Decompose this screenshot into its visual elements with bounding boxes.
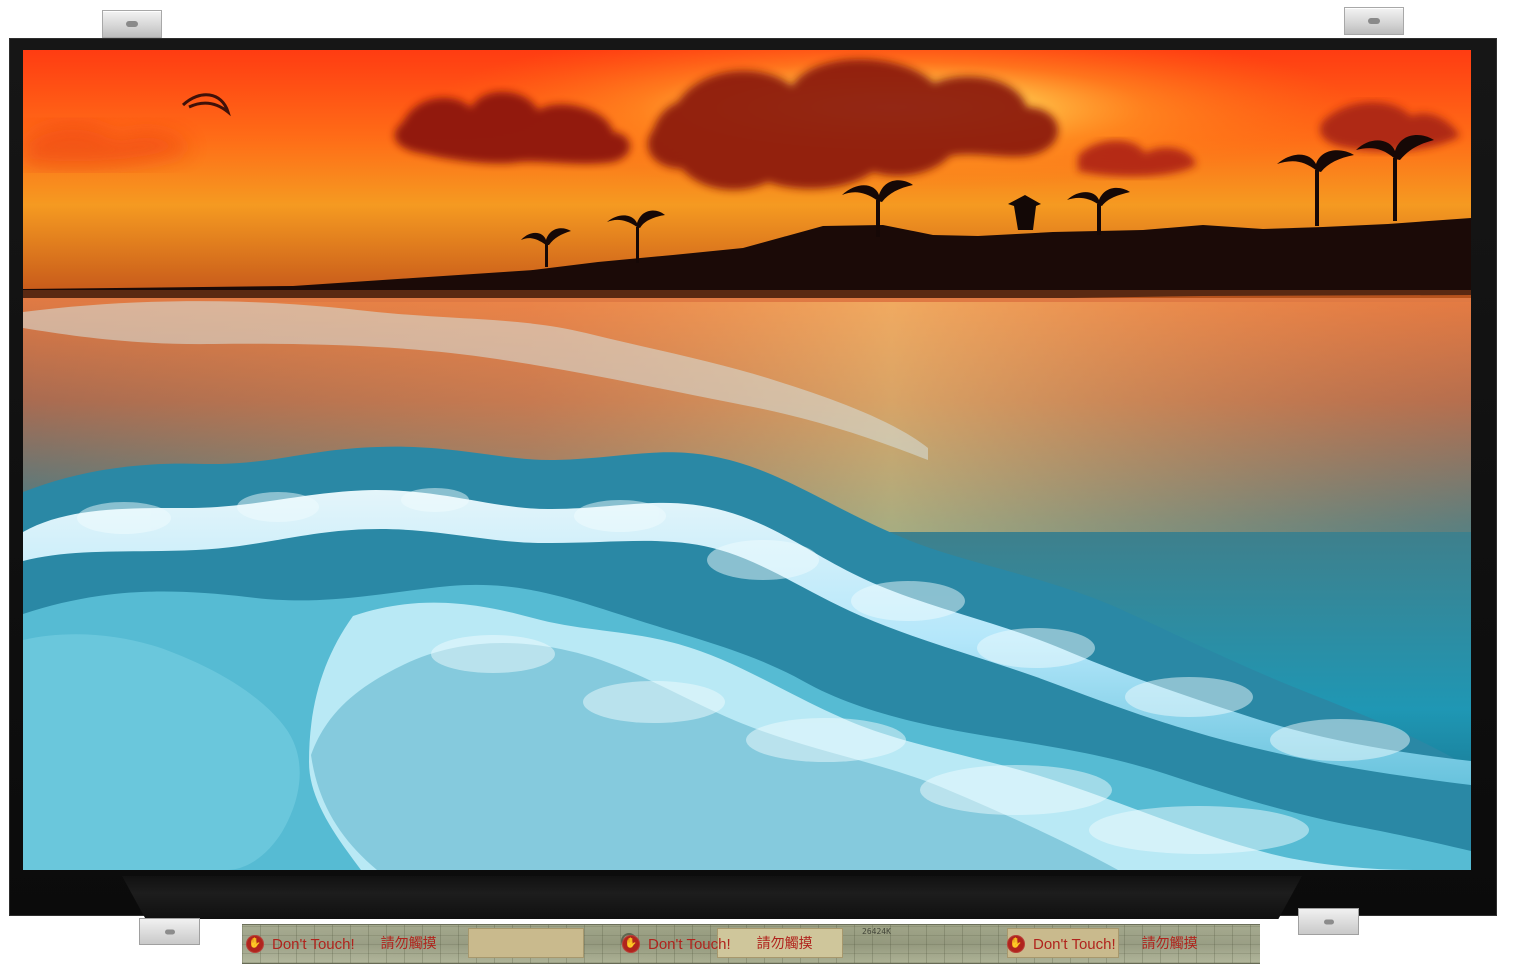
warning-text-1: Don't Touch! [272, 935, 355, 953]
warning-label-3: ✋ Don't Touch! 請勿觸摸 [1007, 933, 1198, 955]
hand-stop-icon: ✋ [1007, 935, 1025, 953]
bottom-right-mounting-tab [1298, 908, 1359, 935]
bottom-panel-ledge [122, 876, 1302, 919]
pcb-label: 26424K [862, 927, 891, 936]
warning-text-3: Don't Touch! [1033, 935, 1116, 953]
warning-text-cn-2: 請勿觸摸 [756, 936, 813, 952]
warning-label-2: ✋ Don't Touch! 請勿觸摸 [622, 933, 813, 955]
display-area [23, 50, 1471, 870]
controller-board-strip: 26424K ✋ Don't Touch! 請勿觸摸 ✋ Don't Touch… [242, 924, 1260, 964]
hand-stop-icon: ✋ [622, 935, 640, 953]
warning-label-1: ✋ Don't Touch! 請勿觸摸 [246, 933, 437, 955]
lcd-panel-product-photo: 26424K ✋ Don't Touch! 請勿觸摸 ✋ Don't Touch… [0, 0, 1532, 969]
beach-sunset-wave-image [23, 50, 1471, 870]
pcb-gold-block-1 [468, 928, 584, 958]
warning-text-cn-3: 請勿觸摸 [1141, 936, 1198, 952]
warning-text-2: Don't Touch! [648, 935, 731, 953]
top-right-mounting-bracket [1344, 7, 1404, 35]
warning-text-cn-1: 請勿觸摸 [380, 936, 437, 952]
bottom-left-mounting-tab [139, 918, 200, 945]
hand-stop-icon: ✋ [246, 935, 264, 953]
top-left-mounting-bracket [102, 10, 162, 38]
